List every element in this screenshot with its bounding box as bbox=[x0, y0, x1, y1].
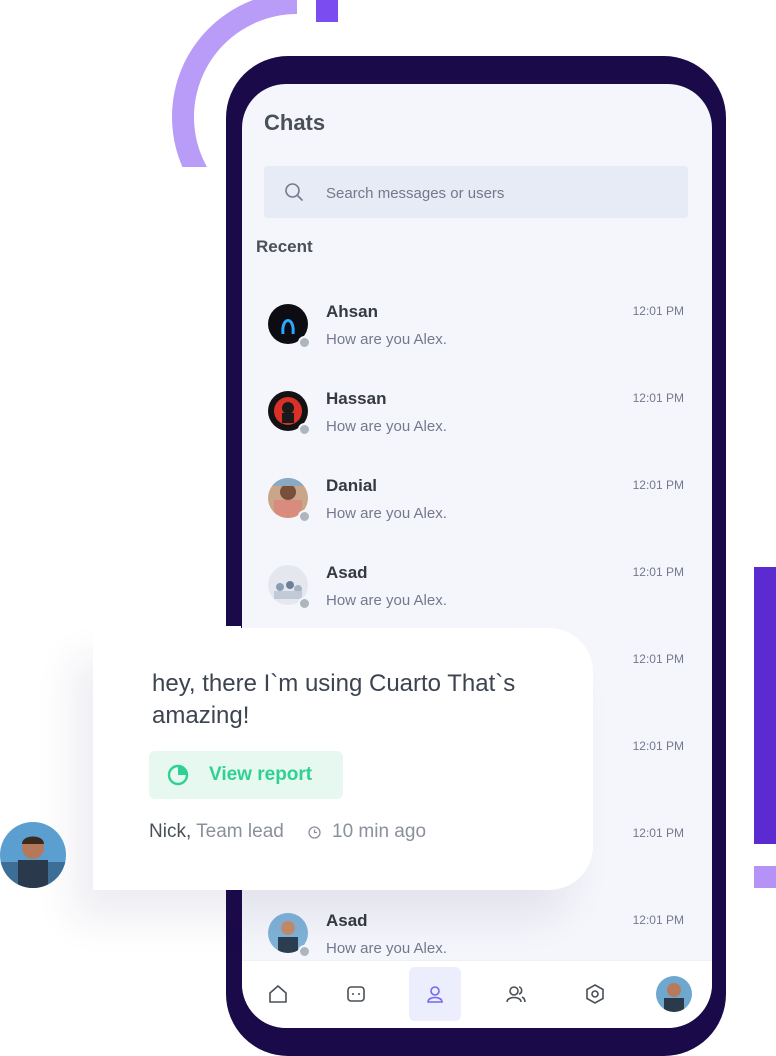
nav-settings[interactable] bbox=[569, 967, 621, 1021]
chat-name: Hassan bbox=[326, 389, 387, 408]
decorative-square bbox=[754, 866, 776, 888]
author-role: Team lead bbox=[196, 821, 284, 842]
search-icon bbox=[285, 183, 303, 201]
chat-time: 12:01 PM bbox=[632, 565, 684, 579]
chat-icon bbox=[347, 986, 365, 1002]
chat-name: Ahsan bbox=[326, 302, 378, 321]
page-title: Chats bbox=[264, 110, 326, 135]
bottom-nav bbox=[242, 960, 712, 1028]
chat-list-item[interactable]: Hassan How are you Alex. 12:01 PM bbox=[242, 377, 712, 463]
search-bar[interactable] bbox=[264, 166, 688, 220]
contacts-icon bbox=[506, 986, 526, 1003]
chat-name: Asad bbox=[326, 563, 368, 582]
status-dot bbox=[298, 336, 311, 349]
nav-home[interactable] bbox=[252, 967, 304, 1021]
chat-message: How are you Alex. bbox=[326, 505, 447, 522]
home-icon bbox=[269, 985, 287, 1003]
chat-message: How are you Alex. bbox=[326, 418, 447, 435]
card-time: 10 min ago bbox=[332, 821, 427, 842]
chat-time: 12:01 PM bbox=[632, 652, 684, 666]
chat-time: 12:01 PM bbox=[632, 739, 684, 753]
avatar bbox=[0, 822, 66, 888]
decorative-square bbox=[316, 0, 338, 22]
chat-name: Danial bbox=[326, 476, 378, 495]
chat-message: How are you Alex. bbox=[326, 940, 447, 957]
profile-icon bbox=[427, 986, 443, 1003]
chat-time: 12:01 PM bbox=[632, 913, 684, 927]
avatar bbox=[656, 976, 692, 1012]
chat-name: Asad bbox=[326, 911, 368, 930]
chat-message: How are you Alex. bbox=[326, 592, 447, 609]
card-author: Nick, Team lead bbox=[149, 821, 284, 843]
chat-time: 12:01 PM bbox=[632, 304, 684, 318]
chat-list-item[interactable]: Ahsan How are you Alex. 12:01 PM bbox=[242, 290, 712, 376]
view-report-button[interactable]: View report bbox=[149, 751, 343, 799]
status-dot bbox=[298, 597, 311, 610]
message-card: hey, there I`m using Cuarto That`s amazi… bbox=[93, 628, 593, 890]
chat-time: 12:01 PM bbox=[632, 478, 684, 492]
nav-contacts[interactable] bbox=[490, 967, 542, 1021]
status-dot bbox=[298, 423, 311, 436]
nav-chats[interactable] bbox=[330, 967, 382, 1021]
decorative-bar bbox=[754, 567, 776, 844]
clock-icon bbox=[308, 826, 321, 839]
view-report-label: View report bbox=[209, 764, 313, 785]
chat-time: 12:01 PM bbox=[632, 391, 684, 405]
chat-list-item[interactable]: Danial How are you Alex. 12:01 PM bbox=[242, 464, 712, 550]
chat-time: 12:01 PM bbox=[632, 826, 684, 840]
status-dot bbox=[298, 510, 311, 523]
card-message: hey, there I`m using Cuarto That`s amazi… bbox=[152, 670, 516, 729]
pie-chart-icon bbox=[167, 764, 189, 786]
nav-profile[interactable] bbox=[409, 967, 461, 1021]
author-name: Nick, bbox=[149, 821, 192, 842]
nav-user-avatar[interactable] bbox=[648, 967, 700, 1021]
chat-list-item[interactable]: Asad How are you Alex. 12:01 PM bbox=[242, 551, 712, 637]
chat-message: How are you Alex. bbox=[326, 331, 447, 348]
recent-label: Recent bbox=[256, 237, 313, 256]
settings-icon bbox=[586, 984, 604, 1004]
status-dot bbox=[298, 945, 311, 958]
search-input[interactable] bbox=[324, 166, 668, 220]
